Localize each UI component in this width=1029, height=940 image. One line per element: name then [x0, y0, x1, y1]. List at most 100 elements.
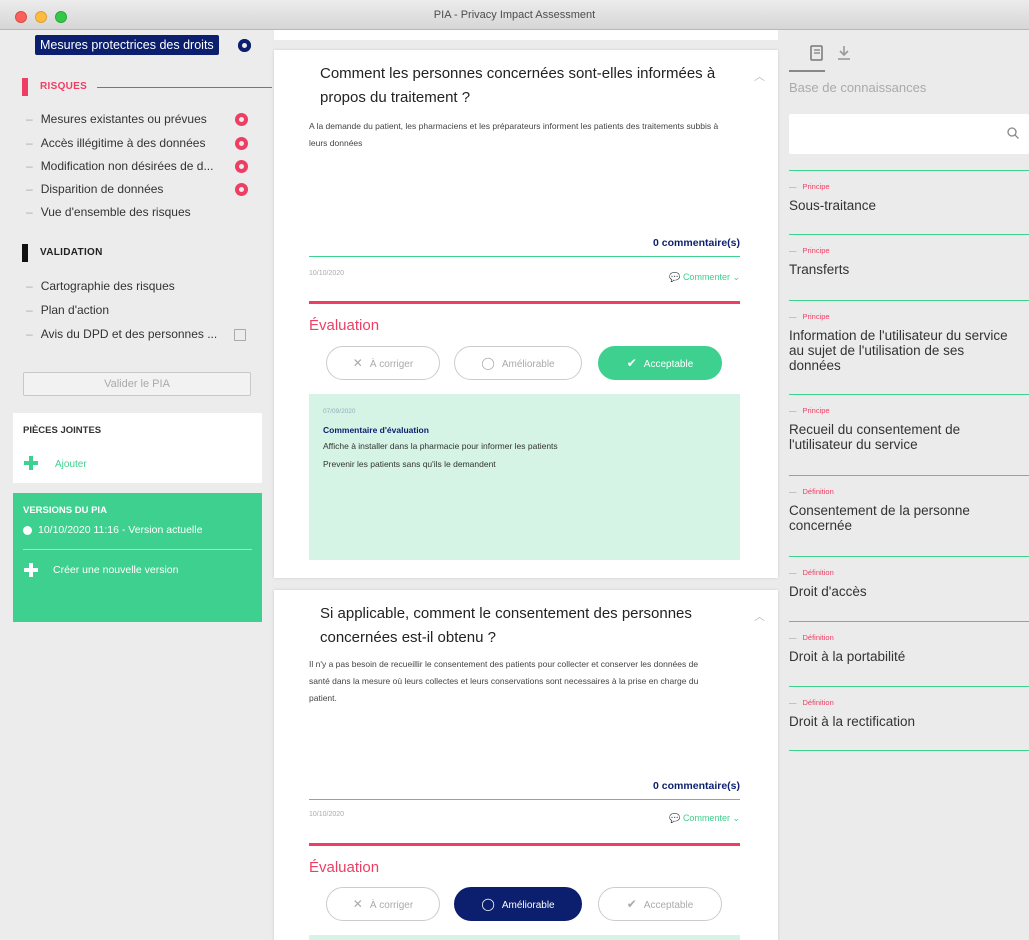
kb-item-tag: — Principe: [789, 182, 830, 191]
question-card: Si applicable, comment le consentement d…: [274, 590, 778, 940]
kb-item-tag: — Définition: [789, 487, 834, 496]
kb-item-consentement-personne[interactable]: — Définition Consentement de la personne …: [789, 475, 1029, 556]
close-icon: ✕: [352, 897, 363, 911]
comments-count[interactable]: 0 commentaire(s): [653, 780, 740, 792]
kb-item-tag: — Principe: [789, 406, 830, 415]
knowledge-base-search-input[interactable]: [789, 114, 1029, 154]
chevron-down-icon: ⌄: [729, 813, 740, 823]
question-answer[interactable]: Il n'y a pas besoin de recueillir le con…: [309, 656, 719, 707]
dash-icon: –: [26, 159, 33, 173]
plus-icon[interactable]: [24, 456, 38, 470]
kb-item-droit-rectification[interactable]: — Définition Droit à la rectification: [789, 686, 1029, 751]
sidebar-item-mesures-protectrices[interactable]: Mesures protectrices des droits: [35, 35, 219, 55]
search-icon[interactable]: [1007, 127, 1019, 139]
book-icon[interactable]: [810, 45, 824, 61]
kb-item-tag-label: Principe: [802, 182, 830, 191]
current-version-label[interactable]: 10/10/2020 11:16 - Version actuelle: [38, 524, 202, 536]
kb-item-name: Droit à la portabilité: [789, 649, 906, 664]
divider: [309, 256, 740, 257]
evaluation-comment-box: [309, 935, 740, 940]
answer-date: 10/10/2020: [309, 270, 345, 277]
section-divider: [97, 87, 277, 88]
window-title: PIA - Privacy Impact Assessment: [433, 9, 596, 21]
add-attachment-link[interactable]: Ajouter: [55, 459, 87, 470]
dash-icon: —: [789, 568, 797, 577]
sidebar-item-label: Avis du DPD et des personnes ...: [40, 327, 218, 341]
ameliorable-button[interactable]: ◯ Améliorable: [454, 887, 582, 921]
kb-item-name: Consentement de la personne concernée: [789, 503, 970, 533]
kb-item-tag-label: Définition: [802, 568, 834, 577]
kb-item-name: Droit d'accès: [789, 584, 867, 599]
kb-item-information-utilisateur[interactable]: — Principe Information de l'utilisateur d…: [789, 300, 1029, 394]
a-corriger-button[interactable]: ✕ À corriger: [326, 346, 440, 380]
knowledge-base-panel: Base de connaissances — Principe Sous-tra…: [780, 30, 1029, 940]
sidebar-item-label: Cartographie des risques: [40, 279, 175, 293]
question-answer[interactable]: A la demande du patient, les pharmaciens…: [309, 118, 719, 152]
sidebar-item-vue-ensemble[interactable]: – Vue d'ensemble des risques: [26, 205, 191, 219]
previous-card-bottom: [274, 30, 778, 40]
circle-icon: ◯: [481, 897, 495, 911]
attachments-title: PIÈCES JOINTES: [23, 425, 102, 436]
sidebar-item-disparition[interactable]: – Disparition de données: [26, 182, 163, 196]
evaluation-title: Évaluation: [309, 859, 380, 876]
acceptable-button[interactable]: ✔ Acceptable: [598, 346, 722, 380]
dash-icon: —: [789, 406, 797, 415]
kb-item-transferts[interactable]: — Principe Transferts: [789, 234, 1029, 300]
a-corriger-button[interactable]: ✕ À corriger: [326, 887, 440, 921]
plus-icon[interactable]: [24, 563, 38, 577]
evaluation-comment-box: 07/09/2020 Commentaire d'évaluation Affi…: [309, 394, 740, 560]
ameliorable-button[interactable]: ◯ Améliorable: [454, 346, 582, 380]
button-label: Acceptable: [643, 900, 694, 911]
sidebar-item-label: Accès illégitime à des données: [40, 136, 206, 150]
sidebar-item-mesures-existantes[interactable]: – Mesures existantes ou prévues: [26, 112, 207, 126]
kb-item-name: Transferts: [789, 262, 850, 277]
sidebar-item-label: Vue d'ensemble des risques: [40, 205, 191, 219]
divider: [23, 549, 252, 550]
divider: [309, 843, 740, 846]
sidebar-item-acces-illegitime[interactable]: – Accès illégitime à des données: [26, 136, 205, 150]
chevron-up-icon[interactable]: ︿: [754, 68, 765, 83]
kb-item-name: Sous-traitance: [789, 198, 877, 213]
close-icon: ✕: [352, 356, 363, 370]
sidebar-item-label: Modification non désirées de d...: [40, 159, 214, 173]
kb-item-recueil-consentement[interactable]: — Principe Recueil du consentement de l'u…: [789, 394, 1029, 475]
evaluation-comment-line: Prevenir les patients sans qu'ils le dem…: [323, 459, 496, 469]
sidebar-item-cartographie[interactable]: – Cartographie des risques: [26, 279, 175, 293]
validate-pia-button[interactable]: Valider le PIA: [23, 372, 251, 396]
acceptable-button[interactable]: ✔ Acceptable: [598, 887, 722, 921]
divider: [309, 799, 740, 800]
dash-icon: —: [789, 182, 797, 191]
comment-button[interactable]: 💬 Commenter ⌄: [669, 813, 740, 824]
kb-item-droit-portabilite[interactable]: — Définition Droit à la portabilité: [789, 621, 1029, 686]
window-titlebar: PIA - Privacy Impact Assessment: [0, 0, 1029, 30]
gear-icon: [235, 137, 248, 150]
kb-item-tag: — Définition: [789, 633, 834, 642]
circle-icon: ◯: [481, 356, 495, 370]
versions-title: VERSIONS DU PIA: [23, 505, 107, 516]
chevron-down-icon: ⌄: [729, 272, 740, 282]
dash-icon: –: [26, 136, 33, 150]
attachments-panel: PIÈCES JOINTES Ajouter: [13, 413, 262, 483]
sidebar-item-modification[interactable]: – Modification non désirées de d...: [26, 159, 213, 173]
download-icon[interactable]: [837, 45, 851, 61]
kb-item-sous-traitance[interactable]: — Principe Sous-traitance: [789, 170, 1029, 234]
current-version-dot-icon: [23, 526, 32, 535]
comments-count[interactable]: 0 commentaire(s): [653, 237, 740, 249]
check-icon: ✔: [626, 356, 637, 370]
dash-icon: –: [26, 303, 33, 317]
kb-item-tag-label: Principe: [802, 406, 830, 415]
dash-icon: —: [789, 633, 797, 642]
chevron-up-icon[interactable]: ︿: [754, 608, 765, 623]
divider: [309, 301, 740, 304]
sidebar-item-plan-action[interactable]: – Plan d'action: [26, 303, 109, 317]
dash-icon: –: [26, 327, 33, 341]
gear-icon: [238, 39, 251, 52]
create-version-link[interactable]: Créer une nouvelle version: [53, 564, 179, 576]
sidebar-item-avis-dpd[interactable]: – Avis du DPD et des personnes ...: [26, 327, 217, 341]
button-label: Améliorable: [501, 359, 555, 370]
kb-item-droit-acces[interactable]: — Définition Droit d'accès: [789, 556, 1029, 621]
button-label: À corriger: [369, 359, 414, 370]
comment-button[interactable]: 💬 Commenter ⌄: [669, 272, 740, 283]
knowledge-base-title: Base de connaissances: [789, 80, 927, 95]
kb-item-tag-label: Principe: [802, 246, 830, 255]
